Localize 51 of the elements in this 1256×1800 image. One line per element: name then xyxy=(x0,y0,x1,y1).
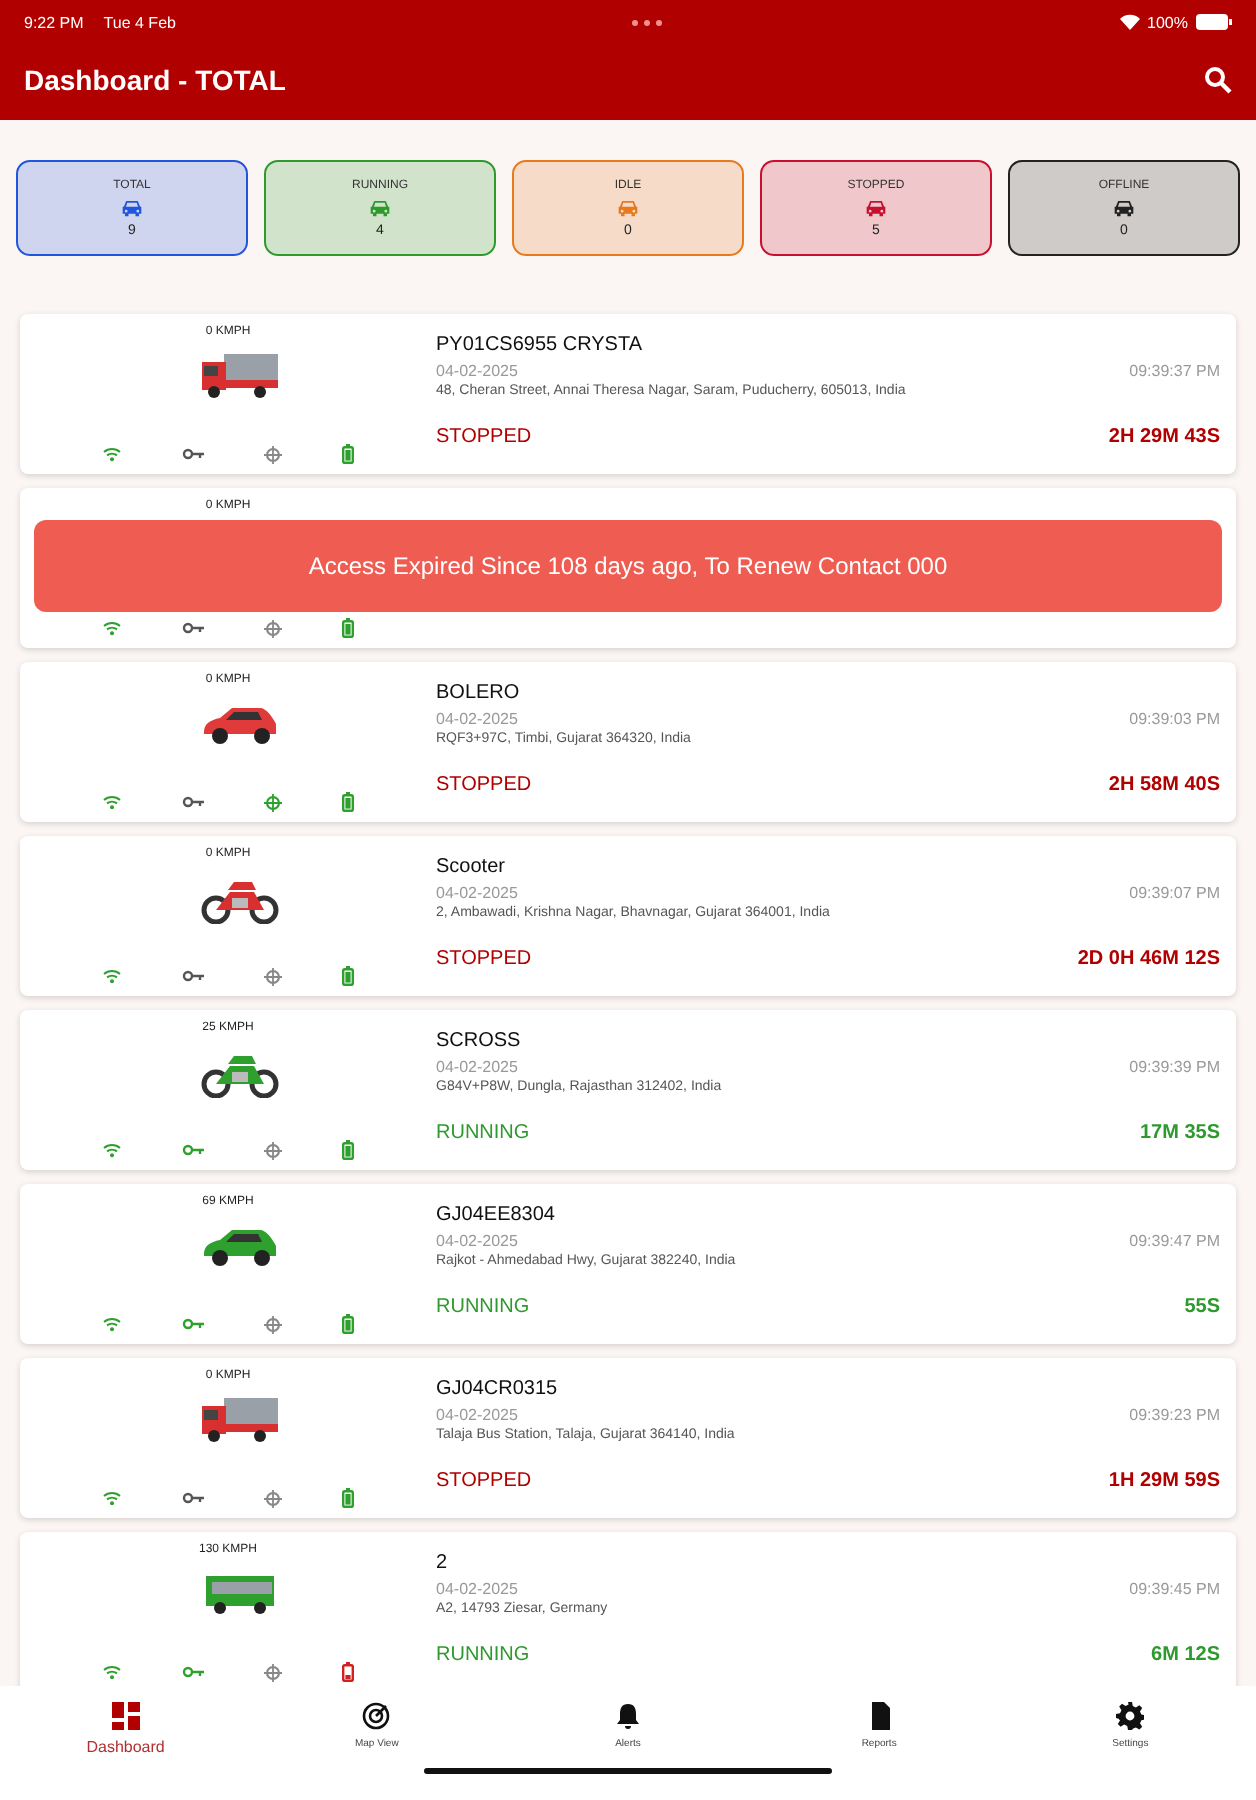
duration-text: 6M 12S xyxy=(1151,1644,1220,1666)
duration-text: 1H 29M 59S xyxy=(1108,1470,1220,1492)
status-text: STOPPED xyxy=(436,426,532,448)
vehicle-name: GJ04CR0315 xyxy=(436,1378,560,1400)
date-text: 04-02-2025 xyxy=(436,362,518,380)
date-text: 04-02-2025 xyxy=(436,1232,518,1250)
vehicle-name: Scooter xyxy=(436,856,507,878)
dashboard-icon xyxy=(111,1702,140,1730)
time-text: 09:39:07 PM xyxy=(1129,884,1220,902)
nav-tab[interactable]: Dashboard xyxy=(0,1702,252,1756)
time-text: 09:39:03 PM xyxy=(1129,710,1220,728)
date-text: Tue 4 Feb xyxy=(103,13,176,31)
status-text: RUNNING xyxy=(436,1122,530,1144)
duration-text: 2H 58M 40S xyxy=(1108,774,1220,796)
battery-icon xyxy=(1196,14,1232,30)
date-text: 04-02-2025 xyxy=(436,884,518,902)
multitask-dots-icon xyxy=(632,19,663,25)
time-text: 09:39:23 PM xyxy=(1129,1406,1220,1424)
battery-percent: 100% xyxy=(1147,13,1188,31)
truck-icon xyxy=(200,350,280,402)
duration-text: 55S xyxy=(1184,1296,1220,1318)
duration-text: 17M 35S xyxy=(1139,1122,1220,1144)
date-text: 04-02-2025 xyxy=(436,1580,518,1598)
status-text: STOPPED xyxy=(436,774,532,796)
vehicle-name: BOLERO xyxy=(436,682,522,704)
wifi-icon xyxy=(1119,14,1140,30)
expired-toast: Access Expired Since 108 days ago, To Renew Contact 000 xyxy=(34,520,1222,612)
status-text: STOPPED xyxy=(436,948,532,970)
bell-icon xyxy=(613,1702,642,1730)
vehicle-name: SCROSS xyxy=(436,1030,523,1052)
settings-icon xyxy=(1116,1702,1145,1730)
search-icon[interactable] xyxy=(1204,66,1232,94)
status-text: RUNNING xyxy=(436,1296,530,1318)
status-text: RUNNING xyxy=(436,1644,530,1666)
time-text: 09:39:37 PM xyxy=(1129,362,1220,380)
date-text: 04-02-2025 xyxy=(436,710,518,728)
date-text: 04-02-2025 xyxy=(436,1406,518,1424)
clock-time: 9:22 PM xyxy=(24,13,84,31)
vehicle-name: GJ04EE8304 xyxy=(436,1204,557,1226)
duration-text: 2H 29M 43S xyxy=(1108,426,1220,448)
date-text: 04-02-2025 xyxy=(436,1058,518,1076)
truck-icon xyxy=(200,1394,280,1446)
status-text: STOPPED xyxy=(436,1470,532,1492)
vehicle-name: 2 xyxy=(436,1552,450,1574)
radar-icon xyxy=(362,1702,391,1730)
vehicle-name: PY01CS6955 CRYSTA xyxy=(436,334,645,356)
time-text: 09:39:39 PM xyxy=(1129,1058,1220,1076)
time-text: 09:39:45 PM xyxy=(1129,1580,1220,1598)
duration-text: 2D 0H 46M 12S xyxy=(1077,948,1220,970)
time-text: 09:39:47 PM xyxy=(1129,1232,1220,1250)
screen-title: Dashboard - TOTAL xyxy=(24,64,286,96)
